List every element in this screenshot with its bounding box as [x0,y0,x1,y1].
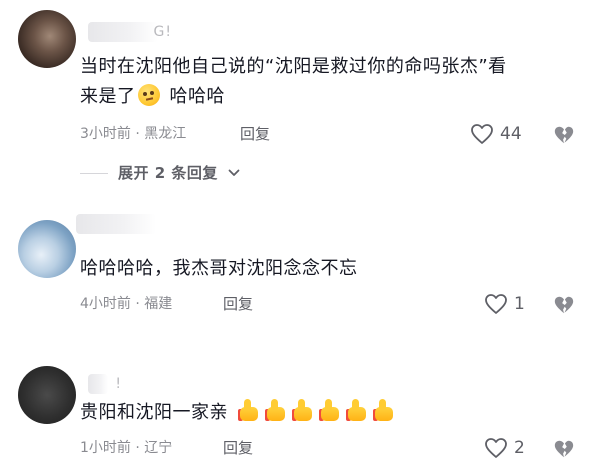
comment-text-suffix: 哈哈哈 [169,86,225,107]
avatar[interactable] [18,220,76,278]
comment-text: 贵阳和沈阳一家亲 [80,398,580,428]
like-count: 44 [500,124,522,144]
comment-time-location: 4小时前 · 福建 [80,296,173,312]
thumbs-up-emojis [238,399,400,423]
like-button[interactable]: 1 [484,292,534,316]
comment-3: ! 贵阳和沈阳一家亲 1小时前 · 辽宁 回复 2 [0,340,610,471]
heart-icon [471,124,493,144]
expand-replies-label: 展开 2 条回复 [118,164,218,182]
comment-text: 当时在沈阳他自己说的“沈阳是救过你的命吗张杰”看 来是了 哈哈哈 [80,52,590,112]
username[interactable] [76,214,156,234]
avatar[interactable] [18,366,76,424]
broken-heart-icon[interactable] [553,124,575,146]
comment-time-location: 3小时前 · 黑龙江 [80,126,187,142]
like-button[interactable]: 44 [470,122,530,146]
thinking-face-icon [137,84,160,106]
like-count: 1 [514,294,525,314]
comment-text: 哈哈哈哈，我杰哥对沈阳念念不忘 [80,258,358,279]
reply-button[interactable]: 回复 [223,294,253,314]
thumbs-up-icon [346,398,368,422]
thumbs-up-icon [265,398,287,422]
comment-text-line1: 当时在沈阳他自己说的“沈阳是救过你的命吗张杰”看 [80,56,507,77]
thumbs-up-icon [319,398,341,422]
comment-2: 哈哈哈哈，我杰哥对沈阳念念不忘 4小时前 · 福建 回复 1 [0,190,610,340]
expand-divider [80,173,108,174]
username-tail: G! [153,24,172,40]
heart-icon [485,438,507,458]
comment-text-line2: 来是了 哈哈哈 [80,82,590,112]
thumbs-up-icon [292,398,314,422]
username[interactable]: G! [88,22,171,42]
like-button[interactable]: 2 [484,436,534,460]
chevron-down-icon [228,169,240,176]
broken-heart-icon[interactable] [553,294,575,316]
username-tail: ! [115,376,122,392]
comment-text-prefix: 来是了 [80,86,136,107]
comment-1: G! 当时在沈阳他自己说的“沈阳是救过你的命吗张杰”看 来是了 哈哈哈 3小时前 … [0,0,610,190]
heart-icon [485,294,507,314]
comment-time-location: 1小时前 · 辽宁 [80,440,173,456]
like-count: 2 [514,438,525,458]
reply-button[interactable]: 回复 [240,124,270,144]
broken-heart-icon[interactable] [553,438,575,460]
username[interactable]: ! [88,374,121,394]
thumbs-up-icon [238,398,260,422]
reply-button[interactable]: 回复 [223,438,253,458]
avatar[interactable] [18,10,76,68]
thumbs-up-icon [373,398,395,422]
comment-text-body: 贵阳和沈阳一家亲 [80,402,228,423]
